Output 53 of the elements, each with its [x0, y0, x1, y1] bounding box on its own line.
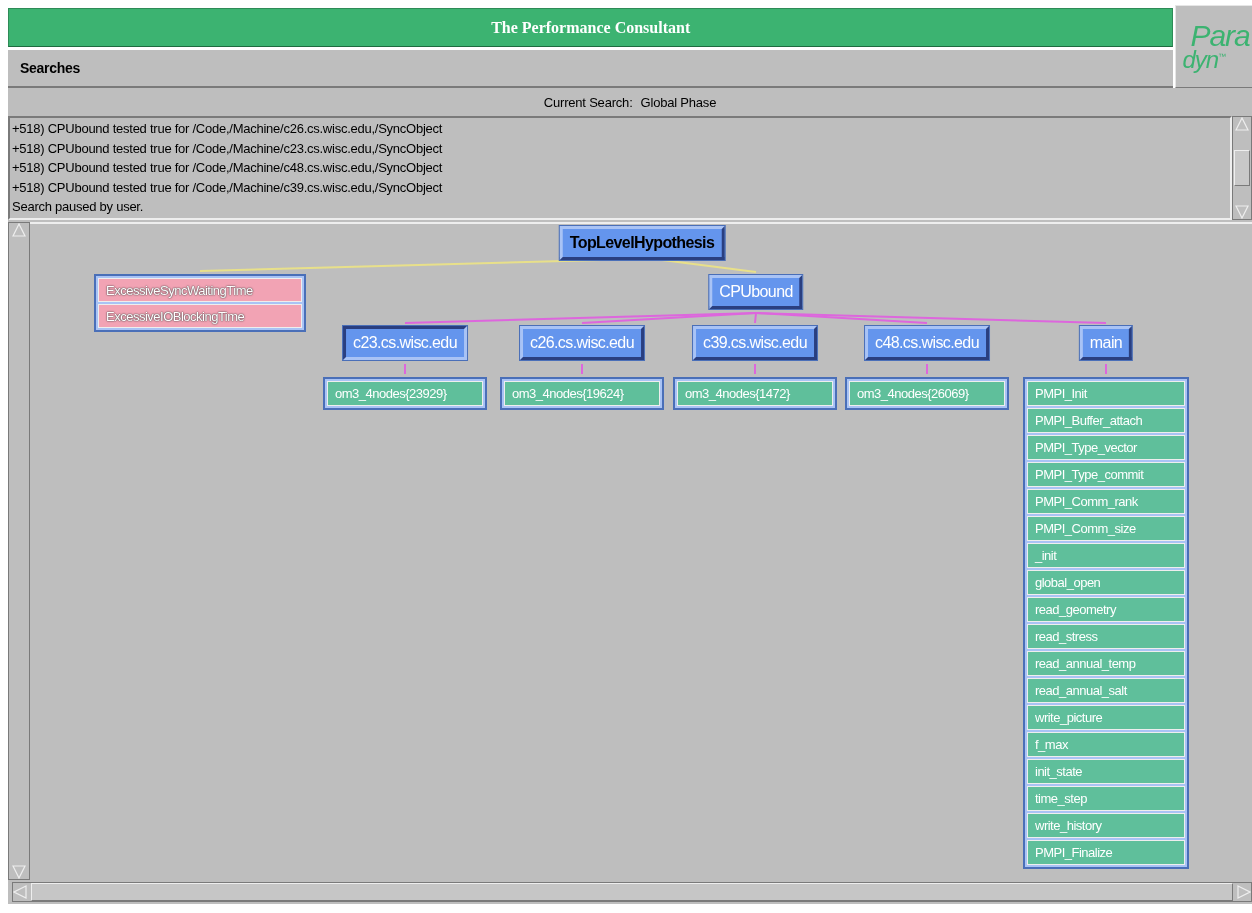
resource-node[interactable]: read_annual_salt [1027, 678, 1185, 703]
logo-text: dyn$^{™}$ [1182, 49, 1227, 71]
vertical-scrollbar[interactable] [1232, 116, 1252, 220]
connector-line [754, 363, 756, 375]
connector-line [404, 363, 406, 375]
log-line: +518) CPUbound tested true for /Code,/Machine/c39.cs.wisc.edu,/SyncObject [12, 178, 444, 197]
resource-node[interactable]: c39.cs.wisc.edu [693, 326, 817, 360]
vertical-scrollbar[interactable] [8, 222, 30, 880]
resource-node[interactable]: PMPI_Comm_size [1027, 516, 1185, 541]
resource-node[interactable]: time_step [1027, 786, 1185, 811]
resource-node[interactable]: read_stress [1027, 624, 1185, 649]
scroll-thumb[interactable] [1234, 150, 1250, 186]
resource-node[interactable]: c23.cs.wisc.edu [343, 326, 467, 360]
connector-line [1105, 363, 1107, 375]
resource-node[interactable]: PMPI_Comm_rank [1027, 489, 1185, 514]
menu-item[interactable]: Searches [20, 58, 80, 79]
resource-node[interactable]: main [1079, 326, 1133, 360]
scroll-right-icon[interactable] [1237, 885, 1251, 899]
log-line: +518) CPUbound tested true for /Code,/Machine/c23.cs.wisc.edu,/SyncObject [12, 139, 444, 158]
resource-node[interactable]: om3_4nodes{23929} [327, 381, 483, 406]
resource-node[interactable]: om3_4nodes{26069} [849, 381, 1005, 406]
resource-node[interactable]: _init [1027, 543, 1185, 568]
connector-line [581, 363, 583, 375]
resource-node[interactable]: c48.cs.wisc.edu [865, 326, 989, 360]
resource-node[interactable]: f_max [1027, 732, 1185, 757]
scroll-down-icon[interactable] [1235, 205, 1249, 219]
resource-node[interactable]: PMPI_Init [1027, 381, 1185, 406]
window-title: The Performance Consultant [8, 8, 1174, 48]
current-search-label: Current Search: [543, 94, 633, 110]
connector-line [926, 363, 928, 375]
resource-node[interactable]: PMPI_Buffer_attach [1027, 408, 1185, 433]
hypothesis-node[interactable]: TopLevelHypothesis [559, 226, 725, 260]
hypothesis-node[interactable]: ExcessiveIOBlockingTime [98, 304, 302, 328]
scroll-left-icon[interactable] [13, 885, 27, 899]
resource-node[interactable]: read_geometry [1027, 597, 1185, 622]
log-line: +518) CPUbound tested true for /Code,/Machine/c26.cs.wisc.edu,/SyncObject [12, 120, 444, 138]
resource-node[interactable]: read_annual_temp [1027, 651, 1185, 676]
current-search-value: Global Phase [640, 94, 717, 110]
resource-node[interactable]: PMPI_Finalize [1027, 840, 1185, 865]
resource-node[interactable]: write_history [1027, 813, 1185, 838]
resource-node[interactable]: om3_4nodes{19624} [504, 381, 660, 406]
log-line: +518) CPUbound tested true for /Code,/Machine/c48.cs.wisc.edu,/SyncObject [12, 159, 444, 178]
resource-node[interactable]: PMPI_Type_commit [1027, 462, 1185, 487]
resource-node[interactable]: PMPI_Type_vector [1027, 435, 1185, 460]
logo-text: Para [1190, 22, 1250, 50]
hypothesis-node[interactable]: ExcessiveSyncWaitingTime [98, 278, 302, 302]
resource-node[interactable]: om3_4nodes{1472} [677, 381, 833, 406]
resource-node[interactable]: write_picture [1027, 705, 1185, 730]
resource-node[interactable]: init_state [1027, 759, 1185, 784]
log-line: Search paused by user. [12, 198, 145, 217]
resource-node[interactable]: global_open [1027, 570, 1185, 595]
hypothesis-node[interactable]: CPUbound [709, 275, 803, 309]
resource-node[interactable]: c26.cs.wisc.edu [520, 326, 644, 360]
